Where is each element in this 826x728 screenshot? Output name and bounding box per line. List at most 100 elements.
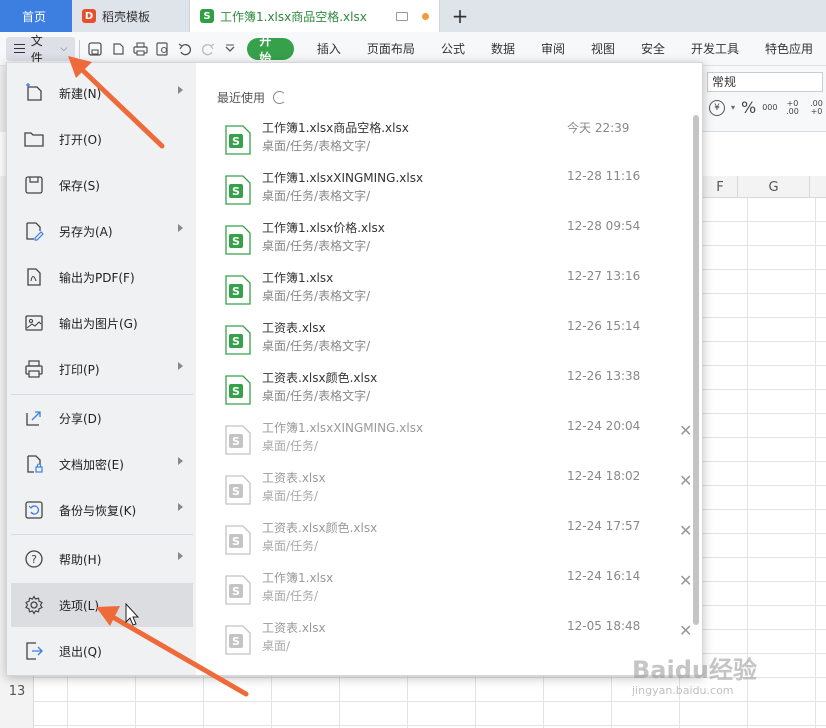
svg-text:S: S	[232, 385, 240, 398]
recent-file-item[interactable]: S 工作簿1.xlsx商品空格.xlsx 桌面/任务/表格文字/今天 22:39	[211, 115, 695, 165]
menu-item-new-label: 新建(N)	[59, 86, 102, 101]
recent-file-item[interactable]: S 工作簿1.xlsxXINGMING.xlsx 桌面/任务/12-24 20:04…	[211, 415, 695, 465]
print-icon[interactable]	[129, 37, 151, 61]
recent-file-path: 桌面/任务/	[262, 539, 319, 553]
recent-file-name: 工资表.xlsx	[262, 621, 326, 635]
watermark-brand: Baidu经验	[632, 656, 757, 684]
recent-file-item[interactable]: S 工作簿1.xlsx 桌面/任务/12-24 16:14 ✕	[211, 565, 695, 615]
tab-template[interactable]: D 稻壳模板	[72, 0, 190, 32]
menu-item-open[interactable]: 打开(O)	[11, 117, 193, 161]
window-mode-icon[interactable]	[396, 11, 408, 21]
new-file-icon	[23, 82, 45, 104]
recent-file-item[interactable]: S 工作簿1.xlsx价格.xlsx 桌面/任务/表格文字/12-28 09:54	[211, 215, 695, 265]
file-menu-panel: 新建(N) 打开(O) 保存(S) 另存为(A) 输出为PDF(F) 输出为图片…	[6, 62, 703, 676]
number-format-select[interactable]: 常规	[707, 72, 823, 92]
remove-recent-icon[interactable]: ✕	[679, 571, 692, 590]
save-icon[interactable]	[84, 37, 106, 61]
tab-developer[interactable]: 开发工具	[678, 40, 752, 57]
recent-file-item[interactable]: S 工资表.xlsx 桌面/12-05 18:48 ✕	[211, 615, 695, 665]
hamburger-icon	[14, 44, 25, 53]
recent-file-item[interactable]: S 工资表.xlsx 桌面/任务/12-24 18:02 ✕	[211, 465, 695, 515]
svg-text:S: S	[232, 585, 240, 598]
folder-open-icon	[23, 128, 45, 150]
tab-security[interactable]: 安全	[628, 40, 678, 57]
menu-item-options[interactable]: 选项(L)	[11, 583, 193, 627]
tab-bar: 首页 D 稻壳模板 S 工作簿1.xlsx商品空格.xlsx +	[0, 0, 826, 32]
svg-text:S: S	[232, 185, 240, 198]
thousands-separator-button[interactable]: 000	[762, 103, 777, 112]
submenu-arrow-icon	[178, 503, 183, 511]
remove-recent-icon[interactable]: ✕	[679, 471, 692, 490]
undo-icon[interactable]	[174, 37, 196, 61]
svg-text:S: S	[232, 335, 240, 348]
menu-item-new[interactable]: 新建(N)	[11, 71, 193, 115]
menu-item-print[interactable]: 打印(P)	[11, 347, 193, 391]
menu-item-share[interactable]: 分享(D)	[11, 396, 193, 440]
column-header-g[interactable]: G	[738, 176, 810, 198]
recent-files-header: 最近使用	[217, 89, 287, 106]
export-icon[interactable]	[107, 37, 129, 61]
menu-item-save[interactable]: 保存(S)	[11, 163, 193, 207]
tab-special[interactable]: 特色应用	[752, 40, 826, 57]
recent-file-item[interactable]: S 工资表.xlsx颜色.xlsx 桌面/任务/表格文字/12-26 13:38	[211, 365, 695, 415]
remove-recent-icon[interactable]: ✕	[679, 421, 692, 440]
lock-document-icon	[23, 453, 45, 475]
recent-file-path: 桌面/任务/	[262, 589, 319, 603]
currency-icon[interactable]: ¥	[709, 99, 725, 116]
new-tab-button[interactable]: +	[440, 0, 480, 32]
column-header-f[interactable]: F	[703, 176, 738, 198]
ribbon-number-group: 常规 ¥ ▾ % 000 +0 .00 .00 +0	[703, 66, 826, 132]
redo-icon[interactable]	[196, 37, 218, 61]
submenu-arrow-icon	[178, 86, 183, 94]
remove-recent-icon[interactable]: ✕	[679, 521, 692, 540]
recent-file-name: 工资表.xlsx	[262, 471, 326, 485]
tab-formulas[interactable]: 公式	[428, 40, 478, 57]
tab-active-doc-label: 工作簿1.xlsx商品空格.xlsx	[220, 9, 367, 24]
menu-item-export-image[interactable]: 输出为图片(G)	[11, 301, 193, 345]
tab-home[interactable]: 首页	[0, 0, 72, 32]
tab-start[interactable]: 开始	[247, 34, 294, 65]
save-icon	[23, 174, 45, 196]
submenu-arrow-icon	[178, 362, 183, 370]
share-icon	[23, 407, 45, 429]
tab-page-layout[interactable]: 页面布局	[354, 40, 428, 57]
tab-insert[interactable]: 插入	[304, 40, 354, 57]
chevron-down-icon[interactable]: ▾	[731, 103, 735, 112]
print-preview-icon[interactable]	[152, 37, 174, 61]
image-icon	[23, 312, 45, 334]
recent-file-name: 工作簿1.xlsx	[262, 571, 334, 585]
row-header-13[interactable]: 13	[0, 684, 34, 699]
spreadsheet-file-icon: S	[225, 475, 251, 505]
recent-file-item[interactable]: S 工资表.xlsx 桌面/任务/表格文字/12-26 15:14	[211, 315, 695, 365]
tab-view[interactable]: 视图	[578, 40, 628, 57]
file-menu-label: 文件	[30, 33, 43, 65]
decrease-decimal-button[interactable]: .00 +0	[808, 99, 826, 116]
gear-icon	[23, 594, 45, 616]
recent-file-name: 工资表.xlsx	[262, 321, 326, 335]
tab-review[interactable]: 审阅	[528, 40, 578, 57]
backup-icon	[23, 499, 45, 521]
recent-file-path: 桌面/任务/	[262, 489, 319, 503]
recent-file-item[interactable]: S 工作簿1.xlsx 桌面/任务/表格文字/12-27 13:16	[211, 265, 695, 315]
spreadsheet-file-icon: S	[225, 175, 251, 205]
increase-decimal-button[interactable]: +0 .00	[784, 99, 802, 116]
recent-files-scrollbar[interactable]	[693, 115, 699, 625]
refresh-icon[interactable]	[273, 91, 287, 104]
menu-item-exit[interactable]: 退出(Q)	[11, 629, 193, 673]
customize-toolbar-icon[interactable]	[219, 37, 241, 61]
recent-file-time: 12-26 15:14	[567, 319, 641, 333]
recent-file-name: 工作簿1.xlsxXINGMING.xlsx	[262, 421, 424, 435]
menu-item-export-pdf[interactable]: 输出为PDF(F)	[11, 255, 193, 299]
menu-item-help[interactable]: ? 帮助(H)	[11, 537, 193, 581]
menu-item-save-as[interactable]: 另存为(A)	[11, 209, 193, 253]
recent-file-item[interactable]: S 工资表.xlsx颜色.xlsx 桌面/任务/12-24 17:57 ✕	[211, 515, 695, 565]
menu-item-encrypt[interactable]: 文档加密(E)	[11, 442, 193, 486]
file-menu-button[interactable]: 文件 ⌵	[6, 34, 76, 65]
tab-active-doc[interactable]: S 工作簿1.xlsx商品空格.xlsx	[190, 0, 440, 32]
recent-file-item[interactable]: S 工作簿1.xlsxXINGMING.xlsx 桌面/任务/表格文字/12-28 …	[211, 165, 695, 215]
remove-recent-icon[interactable]: ✕	[679, 621, 692, 640]
menu-item-backup[interactable]: 备份与恢复(K)	[11, 488, 193, 532]
percent-icon[interactable]: %	[741, 98, 756, 117]
svg-text:S: S	[232, 135, 240, 148]
tab-data[interactable]: 数据	[478, 40, 528, 57]
